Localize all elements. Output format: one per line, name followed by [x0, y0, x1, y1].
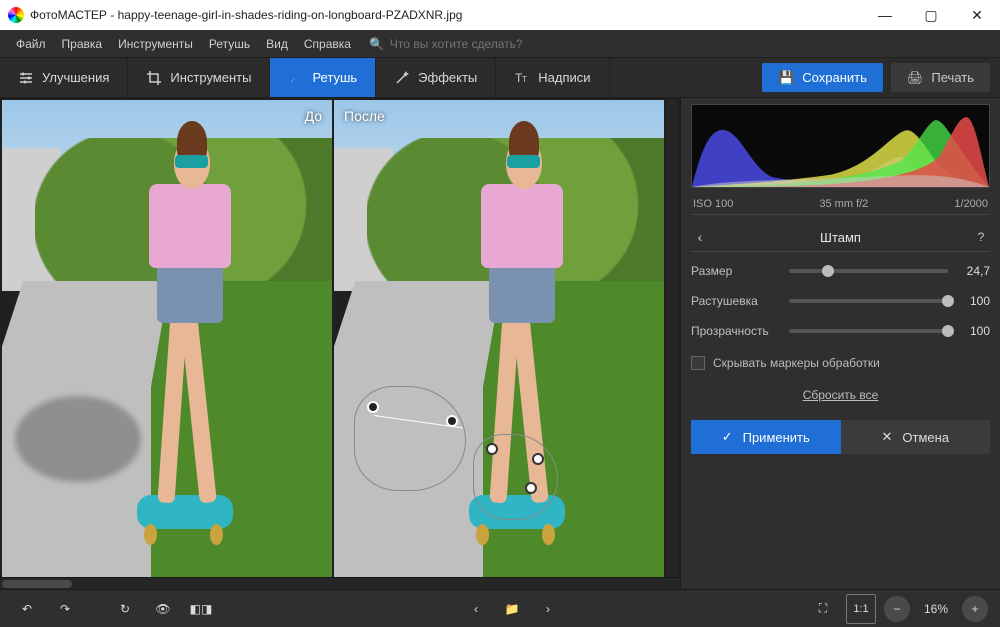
compare-button[interactable]: ◧◨	[186, 594, 216, 624]
panel-title: Штамп	[709, 230, 972, 245]
tab-label: Ретушь	[312, 70, 357, 85]
svg-text:T: T	[522, 75, 527, 84]
menu-file[interactable]: Файл	[8, 37, 54, 51]
undo-button[interactable]: ↶	[12, 594, 42, 624]
bottom-toolbar: ↶ ↷ ↻ 👁 ◧◨ ‹ 📁 › ⛶ 1:1 − 16% +	[0, 589, 1000, 627]
window-titlebar: ФотоМАСТЕР - happy-teenage-girl-in-shade…	[0, 0, 1000, 30]
open-folder-button[interactable]: 📁	[497, 594, 527, 624]
stamp-source-marker[interactable]	[367, 401, 379, 413]
after-label: После	[344, 108, 385, 124]
slider-feather: Растушевка 100	[691, 290, 990, 312]
slider-size: Размер 24,7	[691, 260, 990, 282]
cancel-button[interactable]: ✕ Отмена	[841, 420, 991, 454]
brush-icon	[288, 70, 304, 86]
menu-retouch[interactable]: Ретушь	[201, 37, 258, 51]
tool-tabs: Улучшения Инструменты Ретушь Эффекты TT …	[0, 58, 1000, 98]
print-button[interactable]: 🖨 Печать	[891, 63, 990, 92]
exif-focal: 35 mm f/2	[819, 198, 868, 210]
tab-label: Улучшения	[42, 70, 109, 85]
panel-back-button[interactable]: ‹	[691, 229, 709, 245]
crop-icon	[146, 70, 162, 86]
tab-label: Надписи	[538, 70, 590, 85]
exif-iso: ISO 100	[693, 198, 733, 210]
slider-label: Растушевка	[691, 294, 781, 308]
slider-value: 100	[956, 294, 990, 308]
slider-thumb[interactable]	[942, 325, 954, 337]
slider-value: 100	[956, 324, 990, 338]
checkbox-label: Скрывать маркеры обработки	[713, 356, 880, 370]
prev-image-button[interactable]: ‹	[461, 594, 491, 624]
apply-button[interactable]: ✓ Применить	[691, 420, 841, 454]
print-icon: 🖨	[907, 70, 924, 86]
tab-label: Инструменты	[170, 70, 251, 85]
print-label: Печать	[931, 70, 974, 85]
search-input[interactable]	[390, 37, 570, 51]
exif-shutter: 1/2000	[954, 198, 988, 210]
save-icon: 💾	[778, 70, 794, 86]
before-label: До	[305, 108, 322, 124]
slider-thumb[interactable]	[822, 265, 834, 277]
slider-value: 24,7	[956, 264, 990, 278]
image-after[interactable]: После	[334, 100, 664, 577]
save-label: Сохранить	[802, 70, 867, 85]
window-maximize-button[interactable]: ▢	[908, 0, 954, 30]
slider-track[interactable]	[789, 329, 948, 333]
fit-screen-button[interactable]: ⛶	[808, 594, 838, 624]
stamp-handle[interactable]	[532, 453, 544, 465]
panel-header: ‹ Штамп ?	[691, 223, 990, 252]
tab-effects[interactable]: Эффекты	[376, 58, 496, 97]
window-title: ФотоМАСТЕР - happy-teenage-girl-in-shade…	[30, 8, 462, 22]
vertical-scrollbar[interactable]	[666, 100, 678, 577]
menu-help[interactable]: Справка	[296, 37, 359, 51]
save-button[interactable]: 💾 Сохранить	[762, 63, 883, 92]
redo-button[interactable]: ↷	[50, 594, 80, 624]
checkbox[interactable]	[691, 356, 705, 370]
apply-label: Применить	[743, 430, 810, 445]
zoom-in-button[interactable]: +	[962, 596, 988, 622]
menu-view[interactable]: Вид	[258, 37, 296, 51]
slider-thumb[interactable]	[942, 295, 954, 307]
canvas-area: До	[0, 98, 680, 589]
window-minimize-button[interactable]: —	[862, 0, 908, 30]
slider-opacity: Прозрачность 100	[691, 320, 990, 342]
menu-tools[interactable]: Инструменты	[110, 37, 201, 51]
tab-label: Эффекты	[418, 70, 477, 85]
app-icon	[8, 7, 24, 23]
reset-button[interactable]: ↻	[110, 594, 140, 624]
exif-row: ISO 100 35 mm f/2 1/2000	[691, 196, 990, 215]
check-icon: ✓	[722, 429, 733, 445]
horizontal-scrollbar[interactable]	[0, 577, 680, 589]
slider-track[interactable]	[789, 299, 948, 303]
tab-text[interactable]: TT Надписи	[496, 58, 609, 97]
slider-label: Прозрачность	[691, 324, 781, 338]
stamp-target-marker[interactable]	[446, 415, 458, 427]
menubar: Файл Правка Инструменты Ретушь Вид Справ…	[0, 30, 1000, 58]
hide-markers-checkbox-row[interactable]: Скрывать маркеры обработки	[691, 350, 990, 376]
cancel-label: Отмена	[902, 430, 949, 445]
slider-label: Размер	[691, 264, 781, 278]
side-panel: ISO 100 35 mm f/2 1/2000 ‹ Штамп ? Разме…	[680, 98, 1000, 589]
image-before[interactable]: До	[2, 100, 332, 577]
sliders-icon	[18, 70, 34, 86]
window-close-button[interactable]: ✕	[954, 0, 1000, 30]
panel-help-button[interactable]: ?	[972, 230, 990, 244]
actual-size-button[interactable]: 1:1	[846, 594, 876, 624]
text-icon: TT	[514, 70, 530, 86]
histogram[interactable]	[691, 104, 990, 188]
tab-enhancements[interactable]: Улучшения	[0, 58, 128, 97]
tab-instruments[interactable]: Инструменты	[128, 58, 270, 97]
search-icon: 🔍	[369, 37, 384, 51]
nav-group: ‹ 📁 ›	[461, 594, 563, 624]
slider-track[interactable]	[789, 269, 948, 273]
close-icon: ✕	[881, 429, 892, 445]
next-image-button[interactable]: ›	[533, 594, 563, 624]
menu-edit[interactable]: Правка	[54, 37, 111, 51]
preview-toggle-button[interactable]: 👁	[148, 594, 178, 624]
reset-all-link[interactable]: Сбросить все	[691, 384, 990, 412]
stamp-handle[interactable]	[525, 482, 537, 494]
tab-retouch[interactable]: Ретушь	[270, 58, 376, 97]
wand-icon	[394, 70, 410, 86]
zoom-out-button[interactable]: −	[884, 596, 910, 622]
zoom-level: 16%	[918, 602, 954, 616]
